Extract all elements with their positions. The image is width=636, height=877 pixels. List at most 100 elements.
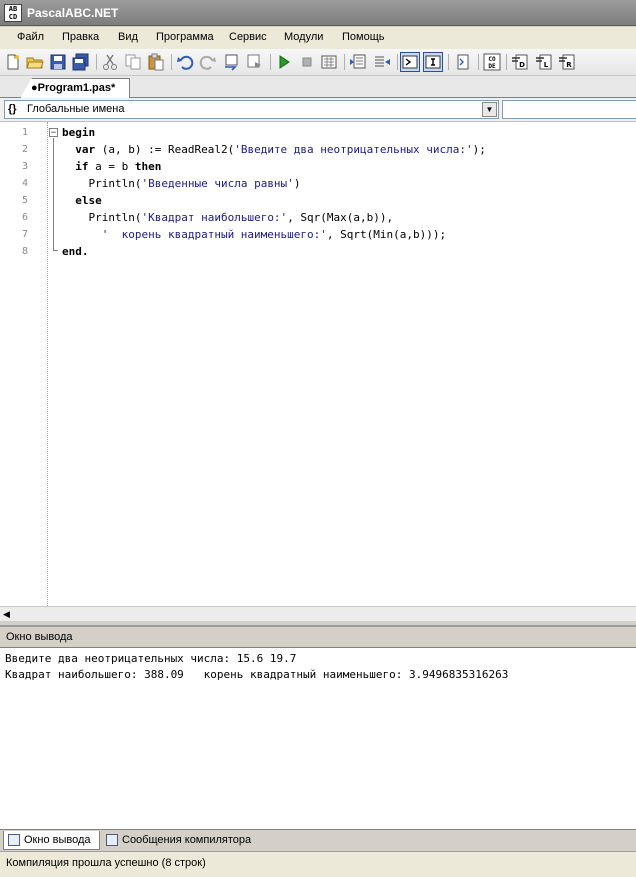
toolbar-separator bbox=[397, 54, 398, 70]
code-token: var (a, b) := ReadReal2( bbox=[75, 143, 235, 156]
code-line: else bbox=[62, 193, 102, 209]
output-text-area[interactable]: Введите два неотрицательных числа: 15.6 … bbox=[0, 647, 636, 829]
code-line: Println('Введенные числа равны') bbox=[62, 176, 300, 192]
reference-icon[interactable]: R bbox=[558, 53, 576, 71]
string-literal: 'Введите два неотрицательных числа:' bbox=[234, 143, 473, 156]
code-line: ' корень квадратный наименьшего:', Sqrt(… bbox=[62, 227, 446, 243]
uncomment-icon[interactable] bbox=[373, 53, 391, 71]
scope-dropdown[interactable]: {} Глобальные имена ▼ bbox=[4, 100, 499, 119]
code-line: end. bbox=[62, 244, 89, 260]
svg-text:CO: CO bbox=[488, 56, 496, 63]
tab-compiler-messages[interactable]: Сообщения компилятора bbox=[102, 831, 252, 850]
code-icon[interactable]: CO DE bbox=[483, 53, 501, 71]
horizontal-scrollbar[interactable]: ◀ bbox=[0, 606, 636, 621]
menu-help[interactable]: Помощь bbox=[342, 31, 385, 43]
code-line: begin bbox=[62, 125, 95, 141]
navigate-icon[interactable]: L bbox=[535, 53, 553, 71]
code-token: end. bbox=[62, 245, 89, 258]
code-token: Println( bbox=[62, 177, 142, 190]
toolbar-separator bbox=[270, 54, 271, 70]
step-into-icon[interactable] bbox=[400, 52, 420, 72]
redo-icon[interactable] bbox=[199, 53, 217, 71]
string-literal: ' корень квадратный наименьшего:' bbox=[62, 228, 327, 241]
output-line: Квадрат наибольшего: 388.09 корень квадр… bbox=[5, 668, 509, 681]
build-icon[interactable] bbox=[246, 53, 264, 71]
scope-bar: {} Глобальные имена ▼ bbox=[0, 98, 636, 122]
string-literal: 'Квадрат наибольшего:' bbox=[141, 211, 288, 224]
save-all-icon[interactable] bbox=[72, 53, 90, 71]
line-number: 7 bbox=[21, 229, 28, 240]
chevron-down-icon[interactable]: ▼ bbox=[482, 102, 497, 117]
document-tab-strip: ●Program1.pas* bbox=[0, 76, 636, 98]
line-number: 2 bbox=[21, 144, 28, 155]
compiler-messages-icon bbox=[106, 834, 118, 846]
output-panel-header: Окно вывода bbox=[0, 625, 636, 647]
output-line: Введите два неотрицательных числа: 15.6 … bbox=[5, 652, 297, 665]
fold-end bbox=[53, 250, 58, 251]
keyword: if bbox=[75, 160, 89, 173]
step-over-icon[interactable] bbox=[423, 52, 443, 72]
code-line: var (a, b) := ReadReal2('Введите два нео… bbox=[62, 142, 486, 158]
copy-icon[interactable] bbox=[124, 53, 142, 71]
scroll-left-icon[interactable]: ◀ bbox=[3, 609, 10, 620]
menu-file[interactable]: Файл bbox=[17, 31, 44, 43]
keyword: else bbox=[75, 194, 102, 207]
menu-view[interactable]: Вид bbox=[118, 31, 138, 43]
compile-icon[interactable] bbox=[223, 53, 241, 71]
string-literal: 'Введенные числа равны' bbox=[141, 177, 294, 190]
app-icon: AB CD bbox=[4, 4, 22, 22]
toolbar-separator bbox=[478, 54, 479, 70]
line-number: 3 bbox=[21, 161, 28, 172]
debug-icon[interactable] bbox=[320, 53, 338, 71]
cut-icon[interactable] bbox=[101, 53, 119, 71]
output-window-icon[interactable] bbox=[454, 53, 472, 71]
status-bar: Компиляция прошла успешно (8 строк) bbox=[0, 851, 636, 877]
output-window-icon bbox=[8, 834, 20, 846]
menu-edit[interactable]: Правка bbox=[62, 31, 99, 43]
line-number: 1 bbox=[21, 127, 28, 138]
output-panel-title: Окно вывода bbox=[6, 631, 73, 643]
fold-toggle-icon[interactable]: − bbox=[49, 128, 58, 137]
tab-program1[interactable]: ●Program1.pas* bbox=[20, 78, 130, 98]
open-folder-icon[interactable] bbox=[26, 53, 44, 71]
undo-icon[interactable] bbox=[176, 53, 194, 71]
svg-text:R: R bbox=[566, 61, 572, 69]
tab-label: ●Program1.pas* bbox=[31, 82, 116, 94]
comment-icon[interactable] bbox=[349, 53, 367, 71]
menu-program[interactable]: Программа bbox=[156, 31, 214, 43]
menu-service[interactable]: Сервис bbox=[229, 31, 267, 43]
code-token: , Sqr(Max(a,b)), bbox=[287, 211, 394, 224]
code-token: ) bbox=[293, 177, 301, 190]
menu-modules[interactable]: Модули bbox=[284, 31, 323, 43]
format-code-icon[interactable]: D bbox=[511, 53, 529, 71]
code-token: ); bbox=[472, 143, 486, 156]
line-number: 8 bbox=[21, 246, 28, 257]
tab-output-window[interactable]: Окно вывода bbox=[3, 831, 100, 850]
tab-output-label: Окно вывода bbox=[24, 834, 91, 846]
toolbar: CO DE D L R bbox=[0, 49, 636, 76]
toolbar-separator bbox=[96, 54, 97, 70]
toolbar-separator bbox=[506, 54, 507, 70]
toolbar-separator bbox=[344, 54, 345, 70]
tab-messages-label: Сообщения компилятора bbox=[122, 834, 252, 846]
code-line: if a = b then bbox=[62, 159, 161, 175]
code-editor[interactable]: 1 2 3 4 5 6 7 8 − begin var (a, b) := ReadReal2… bbox=[0, 122, 636, 606]
line-number: 6 bbox=[21, 212, 28, 223]
run-icon[interactable] bbox=[275, 53, 293, 71]
toolbar-separator bbox=[448, 54, 449, 70]
keyword: var bbox=[75, 143, 96, 156]
scope-selected: Глобальные имена bbox=[27, 103, 125, 115]
save-icon[interactable] bbox=[49, 53, 67, 71]
svg-text:D: D bbox=[519, 61, 525, 69]
stop-icon[interactable] bbox=[298, 53, 316, 71]
svg-text:L: L bbox=[544, 61, 549, 69]
new-file-icon[interactable] bbox=[4, 53, 22, 71]
code-token: , Sqrt(Min(a,b))); bbox=[326, 228, 447, 241]
member-dropdown[interactable] bbox=[502, 100, 636, 119]
paste-icon[interactable] bbox=[147, 53, 165, 71]
keyword: then bbox=[134, 160, 162, 173]
status-text: Компиляция прошла успешно (8 строк) bbox=[6, 857, 206, 869]
toolbar-separator bbox=[171, 54, 172, 70]
line-number-gutter: 1 2 3 4 5 6 7 8 bbox=[0, 122, 48, 606]
menu-bar: Файл Правка Вид Программа Сервис Модули … bbox=[0, 27, 636, 49]
